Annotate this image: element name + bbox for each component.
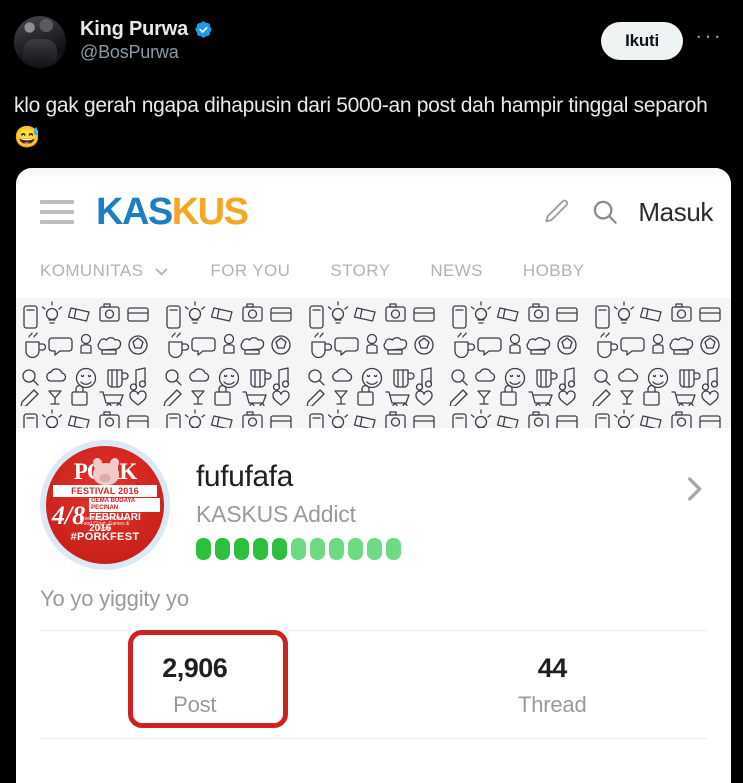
card-top-strip — [16, 168, 731, 180]
tweet-display-name[interactable]: King Purwa — [80, 18, 188, 41]
stat-thread[interactable]: 44 Thread — [374, 631, 732, 738]
nav-item-komunitas[interactable]: KOMUNITAS — [40, 261, 170, 281]
profile-username[interactable]: fufufafa — [196, 460, 677, 493]
stat-post[interactable]: 2,906 Post — [16, 631, 374, 738]
hamburger-icon[interactable] — [40, 200, 74, 224]
search-icon[interactable] — [590, 197, 620, 227]
nav-item-for-you[interactable]: FOR YOU — [210, 261, 290, 281]
pig-snout-icon — [99, 474, 111, 483]
profile-chevron-right[interactable] — [677, 444, 711, 511]
reputation-dot-empty — [329, 538, 344, 560]
nav-item-story[interactable]: STORY — [330, 261, 390, 281]
reputation-dot-filled — [234, 538, 249, 560]
profile-banner-doodle — [16, 298, 731, 428]
tweet-header: King Purwa @BosPurwa Ikuti ··· — [0, 0, 743, 88]
avatar-small-line: GEMA BUDAYA PECINAN — [89, 497, 161, 512]
tweet-actions: Ikuti ··· — [601, 16, 729, 60]
profile-user-title: KASKUS Addict — [196, 501, 356, 527]
chevron-right-icon — [688, 477, 702, 501]
reputation-dot-filled — [215, 538, 230, 560]
reputation-dot-empty — [348, 538, 363, 560]
reputation-dot-empty — [386, 538, 401, 560]
follow-button[interactable]: Ikuti — [601, 22, 684, 60]
kaskus-header: KAS KUS Masuk — [16, 180, 731, 244]
doodle-pattern — [16, 298, 731, 428]
kaskus-logo[interactable]: KAS KUS — [96, 191, 249, 233]
stat-thread-value: 44 — [537, 653, 568, 683]
sweat-smile-emoji: 😅 — [14, 126, 40, 149]
profile-stats: 2,906 Post 44 Thread — [16, 630, 732, 738]
tweet-body-text: klo gak gerah ngapa dihapusin dari 5000-… — [14, 94, 708, 117]
profile-meta: fufufafa KASKUS Addict — [170, 444, 677, 560]
profile-status-text: Yo yo yiggity yo — [40, 586, 189, 611]
reputation-dot-filled — [272, 538, 287, 560]
verified-badge-icon — [195, 21, 212, 38]
nav-item-news[interactable]: NEWS — [430, 261, 483, 281]
avatar-ring: PORK FESTIVAL 2016 4/8 GEMA BUDAYA PECIN… — [40, 440, 170, 570]
profile-section: PORK FESTIVAL 2016 4/8 GEMA BUDAYA PECIN… — [16, 428, 731, 570]
avatar-detail-line: Free Entry, Live Music, Food Court, Game… — [79, 515, 131, 532]
login-button[interactable]: Masuk — [638, 197, 713, 228]
kaskus-header-actions: Masuk — [542, 197, 713, 228]
reputation-dot-filled — [196, 538, 211, 560]
stat-post-label: Post — [173, 692, 217, 717]
tweet-author-name-row: King Purwa — [80, 18, 213, 41]
nav-item-hobby[interactable]: HOBBY — [523, 261, 585, 281]
kaskus-nav: KOMUNITAS FOR YOU STORY NEWS HOBBY — [16, 244, 731, 298]
tweet-handle[interactable]: @BosPurwa — [80, 42, 213, 63]
kaskus-logo-kas: KAS — [96, 191, 173, 233]
nav-label-komunitas: KOMUNITAS — [40, 261, 144, 280]
stats-divider-bottom — [40, 738, 707, 739]
avatar-subtitle: FESTIVAL 2016 — [53, 485, 157, 498]
reputation-dot-empty — [291, 538, 306, 560]
pencil-icon[interactable] — [542, 197, 572, 227]
reputation-bar — [196, 538, 677, 560]
reputation-dot-empty — [367, 538, 382, 560]
reputation-dot-empty — [310, 538, 325, 560]
chevron-down-icon — [156, 267, 168, 275]
more-options-icon[interactable]: ··· — [693, 25, 729, 51]
tweet-author-avatar[interactable] — [14, 16, 66, 68]
stat-post-value: 2,906 — [162, 653, 228, 683]
avatar[interactable]: PORK FESTIVAL 2016 4/8 GEMA BUDAYA PECIN… — [46, 446, 164, 564]
tweet-author-names: King Purwa @BosPurwa — [80, 16, 213, 63]
stat-thread-label: Thread — [517, 692, 587, 717]
tweet-body: klo gak gerah ngapa dihapusin dari 5000-… — [14, 90, 714, 154]
kaskus-logo-kus: KUS — [171, 191, 249, 233]
kaskus-screenshot-card: KAS KUS Masuk KOMUNITAS FOR YOU STORY NEW… — [16, 168, 731, 783]
reputation-dot-filled — [253, 538, 268, 560]
avatar-hashtag: #PORKFEST — [70, 530, 140, 543]
